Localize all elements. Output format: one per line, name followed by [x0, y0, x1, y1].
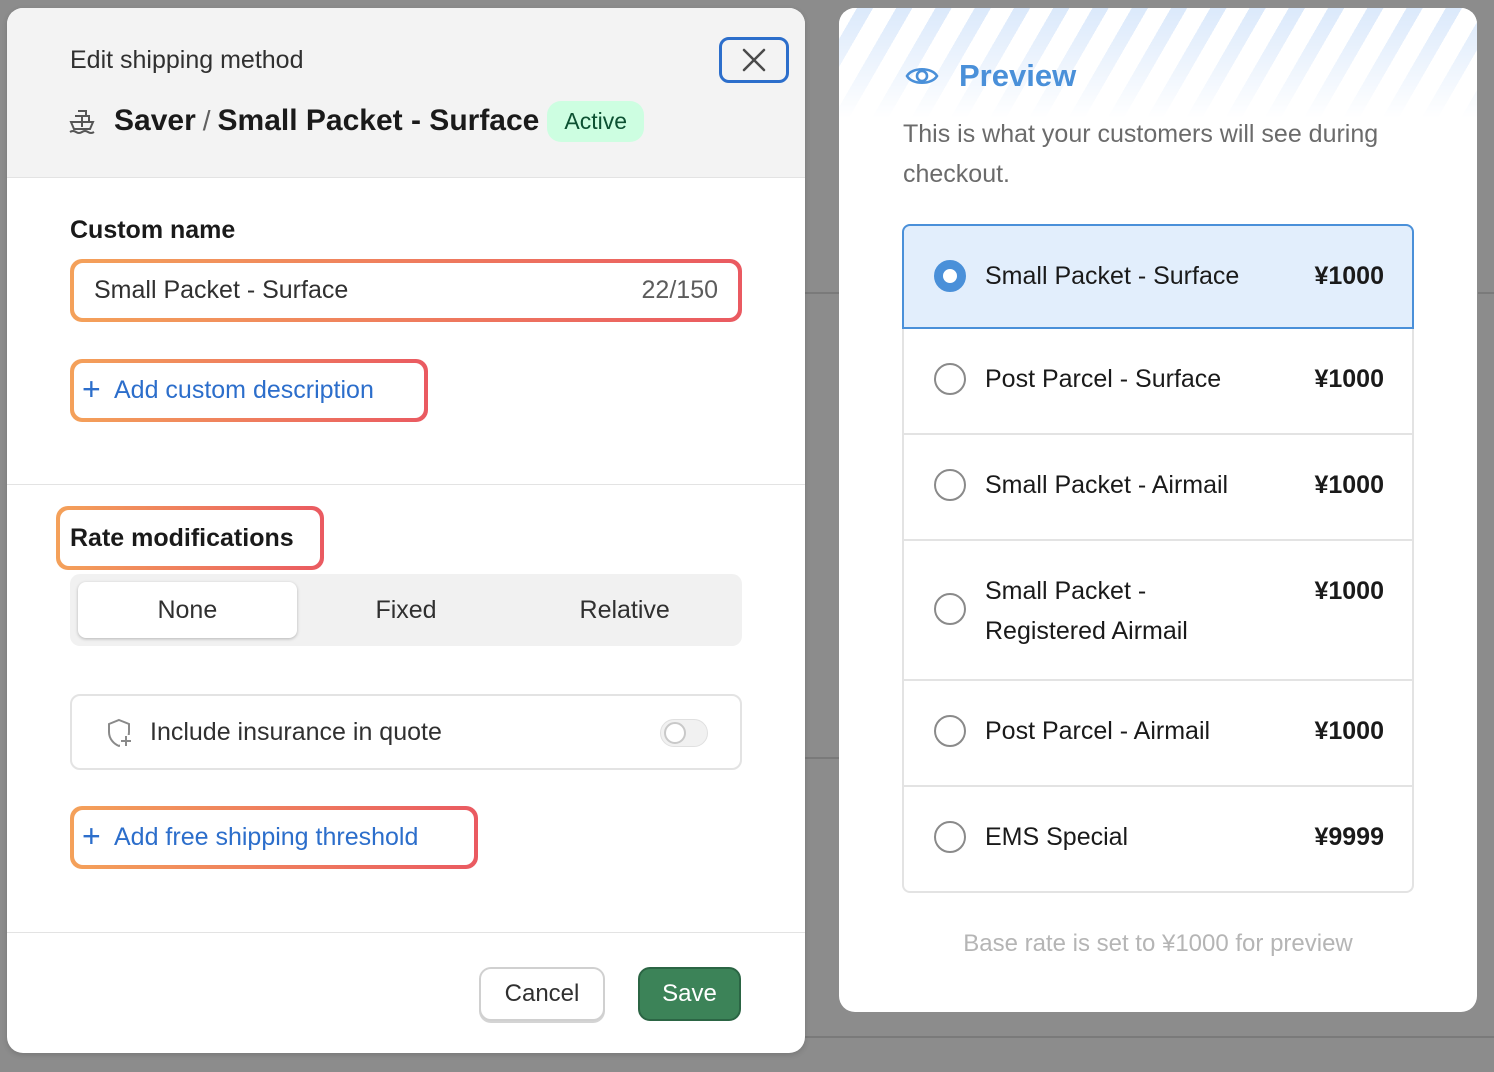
preview-subtitle: This is what your customers will see dur…: [903, 120, 1379, 188]
cancel-button[interactable]: Cancel: [479, 967, 605, 1021]
radio-unselected[interactable]: [934, 715, 966, 747]
modal-header: Edit shipping method Saver / Small Packe…: [7, 8, 805, 178]
rate-modification-segmented-control: None Fixed Relative: [70, 574, 742, 646]
shipping-option[interactable]: Post Parcel - Surface ¥1000: [902, 329, 1414, 435]
custom-name-value: Small Packet - Surface: [94, 276, 349, 304]
char-counter: 22/150: [641, 276, 718, 304]
background-divider: [805, 292, 839, 294]
option-name: Post Parcel - Airmail: [985, 717, 1211, 745]
radio-unselected[interactable]: [934, 593, 966, 625]
preview-footnote: Base rate is set to ¥1000 for preview: [963, 930, 1353, 957]
option-price: ¥1000: [1314, 577, 1384, 605]
shield-plus-icon: [108, 718, 132, 748]
rate-option-fixed[interactable]: Fixed: [297, 582, 516, 638]
insurance-card: Include insurance in quote: [70, 694, 742, 770]
option-price: ¥1000: [1314, 262, 1384, 290]
preview-panel: Preview This is what your customers will…: [839, 8, 1477, 1012]
option-name: Small Packet - Airmail: [985, 471, 1229, 499]
rate-modifications-label: Rate modifications: [70, 524, 294, 552]
rate-option-relative[interactable]: Relative: [515, 582, 734, 638]
shipping-option[interactable]: Small Packet - Surface ¥1000: [902, 224, 1414, 329]
background-divider: [1478, 292, 1494, 294]
edit-shipping-modal: Edit shipping method Saver / Small Packe…: [7, 8, 805, 1053]
insurance-label: Include insurance in quote: [150, 718, 442, 746]
method-name: Small Packet - Surface: [217, 104, 540, 137]
option-price: ¥9999: [1314, 823, 1384, 851]
toggle-knob: [664, 722, 686, 744]
section-divider: [7, 484, 805, 485]
shipping-option[interactable]: Post Parcel - Airmail ¥1000: [902, 681, 1414, 787]
add-custom-description-button[interactable]: + Add custom description: [70, 359, 428, 422]
preview-title: Preview: [959, 58, 1077, 93]
option-name: Small Packet - Registered Airmail: [985, 577, 1188, 645]
shipping-option[interactable]: Small Packet - Airmail ¥1000: [902, 435, 1414, 541]
status-badge: Active: [547, 100, 644, 142]
plus-icon: +: [82, 371, 101, 407]
carrier-name: Saver: [114, 104, 196, 137]
option-price: ¥1000: [1314, 471, 1384, 499]
close-button[interactable]: [719, 37, 789, 83]
add-custom-description-label: Add custom description: [114, 376, 374, 404]
insurance-toggle[interactable]: [660, 719, 708, 747]
rate-option-none[interactable]: None: [78, 582, 297, 638]
custom-name-label: Custom name: [70, 216, 236, 244]
shipping-option[interactable]: EMS Special ¥9999: [902, 787, 1414, 893]
modal-title: Saver / Small Packet - Surface Active: [68, 100, 644, 142]
radio-unselected[interactable]: [934, 821, 966, 853]
radio-selected[interactable]: [934, 260, 966, 292]
radio-unselected[interactable]: [934, 469, 966, 501]
eye-icon: [905, 67, 939, 85]
save-button[interactable]: Save: [638, 967, 741, 1021]
title-separator: /: [202, 105, 211, 136]
background-divider: [805, 757, 839, 759]
modal-caption: Edit shipping method: [70, 46, 304, 74]
option-name: Post Parcel - Surface: [985, 365, 1222, 393]
close-icon: [742, 48, 766, 72]
shipping-option[interactable]: Small Packet - Registered Airmail ¥1000: [902, 541, 1414, 681]
radio-unselected[interactable]: [934, 363, 966, 395]
background-divider: [805, 1036, 1494, 1038]
option-name: EMS Special: [985, 823, 1129, 851]
rate-modifications-heading: Rate modifications: [56, 506, 324, 570]
option-name: Small Packet - Surface: [985, 262, 1240, 290]
ship-icon: [69, 110, 95, 134]
add-free-shipping-threshold-button[interactable]: + Add free shipping threshold: [70, 806, 478, 869]
plus-icon: +: [82, 818, 101, 854]
preview-heading: Preview: [905, 58, 1076, 94]
custom-name-field[interactable]: Small Packet - Surface 22/150: [70, 259, 742, 322]
option-price: ¥1000: [1314, 365, 1384, 393]
footer-divider: [7, 932, 805, 933]
add-free-shipping-threshold-label: Add free shipping threshold: [114, 823, 419, 851]
option-price: ¥1000: [1314, 717, 1384, 745]
shipping-options-list: Small Packet - Surface ¥1000 Post Parcel…: [902, 224, 1414, 893]
